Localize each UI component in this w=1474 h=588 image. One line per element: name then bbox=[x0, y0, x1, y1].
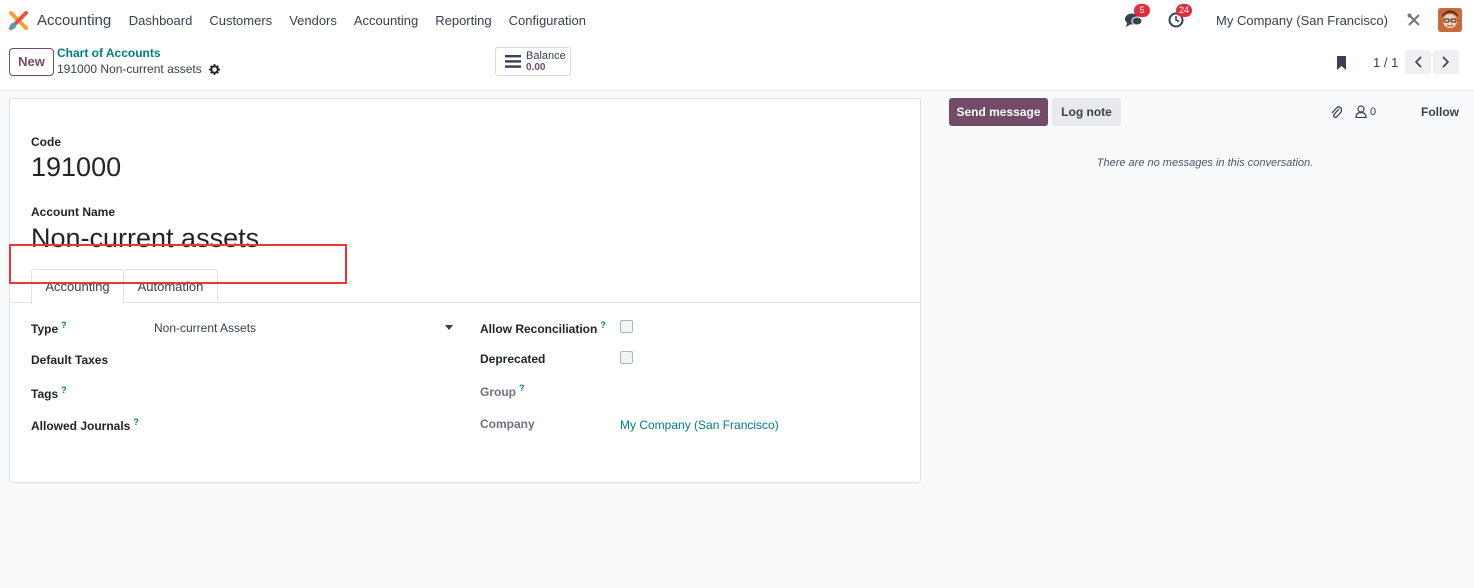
debug-tools-button[interactable] bbox=[1404, 10, 1424, 30]
company-label: Company bbox=[480, 417, 535, 431]
type-label: Type? bbox=[31, 320, 67, 336]
menu-customers[interactable]: Customers bbox=[201, 13, 281, 28]
code-input[interactable]: 191000 bbox=[31, 152, 121, 183]
menu-configuration[interactable]: Configuration bbox=[500, 13, 594, 28]
gear-icon[interactable] bbox=[208, 63, 220, 75]
app-name: Accounting bbox=[37, 11, 112, 29]
activity-menu[interactable]: 24 bbox=[1166, 4, 1193, 30]
allow-reconciliation-help-icon[interactable]: ? bbox=[600, 320, 606, 330]
messages-badge: 5 bbox=[1134, 4, 1151, 17]
type-select[interactable]: Non-current Assets bbox=[154, 321, 256, 335]
log-note-button[interactable]: Log note bbox=[1052, 98, 1121, 126]
debug-tools-icon bbox=[1407, 13, 1420, 26]
pager-next-button[interactable] bbox=[1433, 50, 1459, 74]
empty-conversation-text: There are no messages in this conversati… bbox=[1096, 157, 1314, 169]
form-sheet: Code 191000 Account Name Non-current ass… bbox=[9, 98, 921, 483]
company-link[interactable]: My Company (San Francisco) bbox=[620, 418, 779, 432]
menu-vendors[interactable]: Vendors bbox=[281, 13, 346, 28]
control-panel: New Chart of Accounts 191000 Non-current… bbox=[0, 40, 1474, 91]
new-button[interactable]: New bbox=[9, 48, 54, 76]
balance-value: 0.00 bbox=[526, 61, 546, 73]
account-name-label: Account Name bbox=[31, 205, 116, 219]
breadcrumb-current: 191000 Non-current assets bbox=[57, 62, 220, 76]
messaging-menu[interactable]: 5 bbox=[1124, 4, 1151, 30]
deprecated-label: Deprecated bbox=[480, 352, 546, 366]
allow-reconciliation-checkbox[interactable] bbox=[620, 320, 633, 333]
highlight-box bbox=[9, 244, 347, 284]
systray: 5 24 My Company (San Francisco) bbox=[1124, 0, 1474, 40]
chevron-right-icon bbox=[1442, 56, 1450, 68]
menu-accounting[interactable]: Accounting bbox=[345, 13, 426, 28]
balance-stat-button[interactable]: Balance 0.00 bbox=[495, 47, 571, 76]
user-avatar[interactable] bbox=[1438, 8, 1462, 32]
balance-label: Balance bbox=[526, 49, 566, 62]
follow-button[interactable]: Follow bbox=[1421, 105, 1459, 119]
default-taxes-label: Default Taxes bbox=[31, 353, 109, 367]
company-switcher[interactable]: My Company (San Francisco) bbox=[1216, 13, 1388, 28]
followers-button[interactable]: 0 bbox=[1355, 105, 1376, 118]
group-help-icon[interactable]: ? bbox=[519, 383, 525, 393]
menu-reporting[interactable]: Reporting bbox=[427, 13, 500, 28]
brand[interactable]: Accounting bbox=[9, 10, 112, 30]
pager-previous-button[interactable] bbox=[1405, 50, 1431, 74]
allow-reconciliation-label: Allow Reconciliation? bbox=[480, 320, 606, 336]
activities-badge: 24 bbox=[1176, 4, 1193, 17]
type-help-icon[interactable]: ? bbox=[61, 320, 67, 330]
pager-value[interactable]: 1 / 1 bbox=[1373, 55, 1398, 70]
user-icon bbox=[1355, 105, 1367, 118]
tags-help-icon[interactable]: ? bbox=[61, 385, 67, 395]
main-menu: Dashboard Customers Vendors Accounting R… bbox=[120, 13, 594, 28]
menu-dashboard[interactable]: Dashboard bbox=[120, 13, 201, 28]
allowed-journals-label: Allowed Journals? bbox=[31, 417, 139, 433]
paperclip-icon[interactable] bbox=[1330, 105, 1342, 119]
deprecated-checkbox[interactable] bbox=[620, 351, 633, 364]
followers-count: 0 bbox=[1370, 105, 1377, 118]
accounting-app-logo bbox=[9, 10, 28, 30]
code-label: Code bbox=[31, 135, 61, 149]
breadcrumb-chart-of-accounts[interactable]: Chart of Accounts bbox=[57, 46, 161, 60]
caret-down-icon[interactable] bbox=[445, 325, 453, 330]
chevron-left-icon bbox=[1414, 56, 1422, 68]
allowed-journals-help-icon[interactable]: ? bbox=[133, 417, 139, 427]
top-navbar: Accounting Dashboard Customers Vendors A… bbox=[0, 0, 1474, 40]
tags-label: Tags? bbox=[31, 385, 67, 401]
bookmark-icon[interactable] bbox=[1336, 56, 1347, 70]
bars-icon bbox=[505, 55, 521, 68]
send-message-button[interactable]: Send message bbox=[949, 98, 1048, 126]
breadcrumb-current-label: 191000 Non-current assets bbox=[57, 62, 202, 76]
group-label: Group? bbox=[480, 383, 525, 399]
